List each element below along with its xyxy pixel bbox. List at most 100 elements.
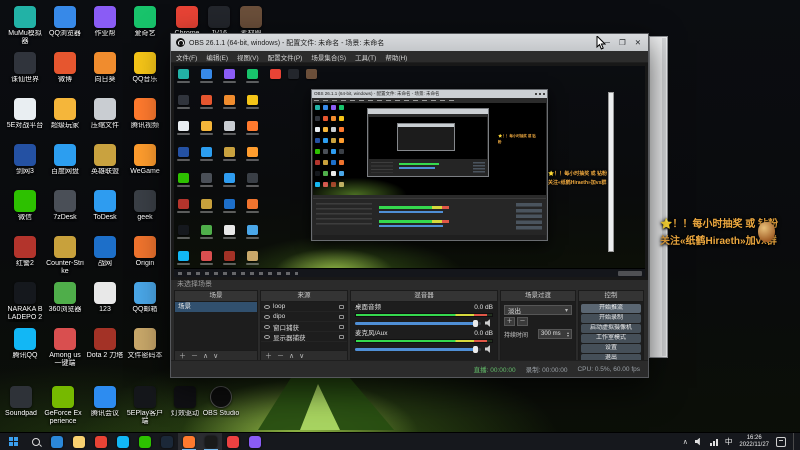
taskbar-app-wegame[interactable] xyxy=(178,432,200,450)
speaker-icon[interactable] xyxy=(485,319,490,327)
move-scene-up-button[interactable]: ∧ xyxy=(203,352,208,360)
desktop-icon[interactable]: 压缩文件 xyxy=(86,98,124,130)
taskbar-app-steam[interactable] xyxy=(156,433,178,450)
taskbar-app-qq[interactable] xyxy=(112,433,134,450)
desktop-icon[interactable]: 诛仙世界 xyxy=(6,52,44,84)
desktop-icon[interactable]: 5EPlay客户端 xyxy=(126,386,164,426)
desktop-icon[interactable]: 360浏览器 xyxy=(46,282,84,314)
transition-select[interactable]: 淡出 ▾ xyxy=(504,305,572,315)
start-button[interactable] xyxy=(0,433,26,450)
maximize-button[interactable]: ❐ xyxy=(619,38,626,47)
controls-button-4[interactable]: 设置 xyxy=(581,344,641,353)
desktop-icon[interactable]: 腾讯QQ xyxy=(6,328,44,360)
visibility-icon[interactable] xyxy=(264,304,270,309)
desktop-icon[interactable]: WeGame xyxy=(126,144,164,176)
desktop-icon[interactable]: Origin xyxy=(126,236,164,268)
lock-icon[interactable] xyxy=(339,314,344,319)
search-icon[interactable] xyxy=(26,433,46,450)
move-scene-down-button[interactable]: ∨ xyxy=(213,352,218,360)
desktop-icon[interactable]: 文件密码本 xyxy=(126,328,164,360)
scrollbar[interactable] xyxy=(662,38,666,356)
lock-icon[interactable] xyxy=(339,304,344,309)
taskbar-clock[interactable]: 16:26 2022/11/27 xyxy=(739,435,769,449)
desktop-icon[interactable]: 战网 xyxy=(86,236,124,268)
menubar-item-1[interactable]: 编辑(E) xyxy=(206,52,228,62)
ime-indicator[interactable]: 中 xyxy=(725,436,733,447)
desktop-icon[interactable]: Counter-Strike xyxy=(46,236,84,276)
lock-icon[interactable] xyxy=(339,324,344,329)
desktop-icon[interactable]: 5E对战平台 xyxy=(6,98,44,130)
desktop-icon[interactable]: 微信 xyxy=(6,190,44,222)
menubar-item-6[interactable]: 帮助(H) xyxy=(385,52,407,62)
obs-titlebar[interactable]: OBS 26.1.1 (64-bit, windows) - 配置文件: 未命名… xyxy=(171,34,648,51)
controls-button-2[interactable]: 启动虚拟摄像机 xyxy=(581,324,641,333)
taskbar-app-music[interactable] xyxy=(222,433,244,450)
network-tray-icon[interactable] xyxy=(709,438,718,446)
source-row[interactable]: loop xyxy=(261,302,347,312)
menubar-item-4[interactable]: 场景集合(S) xyxy=(311,52,346,62)
desktop-icon[interactable]: Among us一键端 xyxy=(46,328,84,368)
controls-button-3[interactable]: 工作室模式 xyxy=(581,334,641,343)
lock-icon[interactable] xyxy=(339,334,344,339)
desktop-icon[interactable]: GeForce Experience xyxy=(44,386,82,426)
desktop-icon[interactable]: 百度网盘 xyxy=(46,144,84,176)
visibility-icon[interactable] xyxy=(264,334,270,339)
desktop-icon[interactable]: 腾讯会议 xyxy=(86,386,124,418)
slider-handle[interactable] xyxy=(473,345,479,353)
menubar-item-3[interactable]: 配置文件(P) xyxy=(268,52,303,62)
source-row[interactable]: 窗口捕获 xyxy=(261,322,347,332)
menubar-item-5[interactable]: 工具(T) xyxy=(355,52,376,62)
desktop-icon[interactable]: Soundpad xyxy=(2,386,40,418)
desktop-icon[interactable]: 英雄联盟 xyxy=(86,144,124,176)
desktop-icon[interactable]: 向日葵 xyxy=(86,52,124,84)
desktop-icon[interactable]: 灯效驱动 xyxy=(166,386,204,418)
desktop-icon[interactable]: 超级玩家 xyxy=(46,98,84,130)
slider-handle[interactable] xyxy=(473,319,479,327)
background-window[interactable] xyxy=(649,36,668,358)
desktop-icon[interactable]: 爱奇艺 xyxy=(126,6,164,38)
menubar-item-0[interactable]: 文件(F) xyxy=(176,52,197,62)
volume-slider[interactable] xyxy=(355,345,481,353)
desktop-icon[interactable]: QQ音乐 xyxy=(126,52,164,84)
duration-spinbox[interactable]: 300 ms ▴ ▾ xyxy=(538,329,572,339)
sources-list[interactable]: loop dipo 窗口捕获 显示器捕获 xyxy=(261,302,347,350)
desktop-icon[interactable]: OBS Studio xyxy=(202,386,240,418)
desktop-icon[interactable]: Dota 2 刀塔 xyxy=(86,328,124,360)
desktop-icon[interactable]: MuMu模拟器 xyxy=(6,6,44,46)
desktop-icon[interactable]: 7zDesk xyxy=(46,190,84,222)
desktop-icon[interactable]: 腾讯视频 xyxy=(126,98,164,130)
desktop-icon[interactable]: 剑网3 xyxy=(6,144,44,176)
desktop-icon[interactable]: geek xyxy=(126,190,164,222)
desktop-icon[interactable]: 红警2 xyxy=(6,236,44,268)
desktop-icon[interactable]: 微博 xyxy=(46,52,84,84)
taskbar-app-edge[interactable] xyxy=(46,433,68,450)
visibility-icon[interactable] xyxy=(264,314,270,319)
source-row[interactable]: 显示器捕获 xyxy=(261,332,347,342)
close-button[interactable]: ✕ xyxy=(635,38,641,47)
volume-tray-icon[interactable] xyxy=(694,437,700,446)
desktop-icon[interactable]: 作业帮 xyxy=(86,6,124,38)
taskbar-app-game[interactable] xyxy=(244,433,266,450)
spin-down-icon[interactable]: ▾ xyxy=(567,334,569,338)
taskbar-app-chrome[interactable] xyxy=(90,433,112,450)
taskbar-app-obs[interactable] xyxy=(200,432,222,450)
desktop-icon[interactable]: QQ邮箱 xyxy=(126,282,164,314)
add-transition-button[interactable]: ＋ xyxy=(504,317,515,326)
controls-button-0[interactable]: 开始推流 xyxy=(581,304,641,313)
show-desktop-button[interactable] xyxy=(793,433,797,450)
menubar-item-2[interactable]: 视图(V) xyxy=(237,52,259,62)
scene-row[interactable]: 场景 xyxy=(175,302,257,312)
scenes-list[interactable]: 场景 xyxy=(175,302,257,350)
obs-preview[interactable]: OBS 26.1.1 (64-bit, windows) - 配置文件: 未命名… xyxy=(171,63,648,280)
action-center-icon[interactable] xyxy=(776,436,786,447)
taskbar-app-wechat[interactable] xyxy=(134,433,156,450)
source-row[interactable]: dipo xyxy=(261,312,347,322)
controls-button-1[interactable]: 开始录制 xyxy=(581,314,641,323)
desktop-icon[interactable]: ToDesk xyxy=(86,190,124,222)
desktop-icon[interactable]: 123 xyxy=(86,282,124,314)
visibility-icon[interactable] xyxy=(264,324,270,329)
move-source-down-button[interactable]: ∨ xyxy=(299,352,304,360)
remove-transition-button[interactable]: － xyxy=(517,317,528,326)
desktop-icon[interactable]: QQ浏览器 xyxy=(46,6,84,38)
taskbar-app-folder[interactable] xyxy=(68,433,90,450)
